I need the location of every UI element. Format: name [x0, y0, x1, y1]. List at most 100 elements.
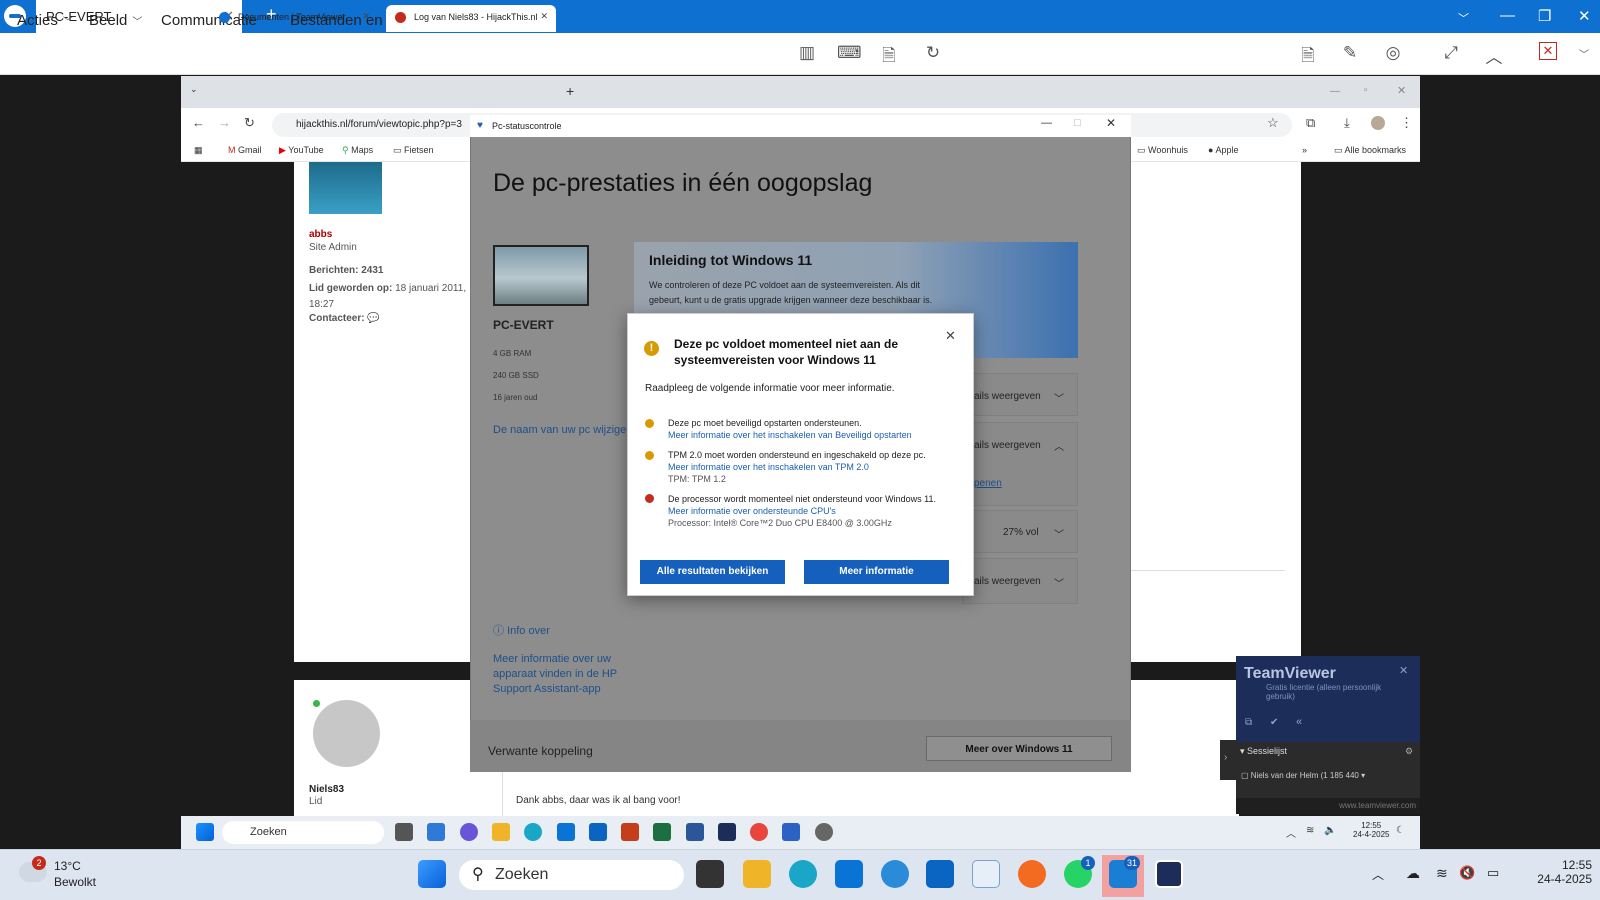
end-session-icon[interactable]: ✕: [1539, 42, 1557, 60]
minimize-icon[interactable]: —: [1500, 7, 1515, 24]
task-view-icon[interactable]: [696, 860, 724, 888]
download-icon[interactable]: ⤓: [1344, 115, 1350, 131]
edge-icon[interactable]: [524, 823, 542, 841]
edit-icon[interactable]: ✎: [1338, 43, 1362, 65]
tab-search-icon[interactable]: ⌄: [190, 84, 198, 95]
menu-icon[interactable]: ⋮: [1400, 115, 1413, 131]
menu-acties[interactable]: Acties ﹀: [17, 12, 73, 29]
chevron-down-icon[interactable]: ﹀: [1458, 10, 1469, 26]
close-icon[interactable]: ✕: [1578, 7, 1591, 25]
document-icon[interactable]: 🗎: [1296, 43, 1320, 65]
maximize-icon[interactable]: □: [1074, 117, 1081, 129]
powerpoint-icon[interactable]: [621, 823, 639, 841]
back-icon[interactable]: ←: [192, 115, 205, 130]
cpu-link[interactable]: Meer informatie over ondersteunde CPU's: [668, 506, 836, 516]
hp-support-link[interactable]: Meer informatie over uw apparaat vinden …: [493, 652, 628, 697]
moon-icon[interactable]: ☾: [1396, 825, 1405, 836]
bookmark-maps[interactable]: ⚲ Maps: [342, 145, 373, 156]
chevron-up-icon[interactable]: ︿: [1286, 825, 1296, 840]
rename-pc-link[interactable]: De naam van uw pc wijzige: [493, 424, 626, 436]
post-author[interactable]: Niels83: [309, 784, 344, 795]
file-transfer-icon[interactable]: 🗎: [877, 43, 901, 65]
outlook-icon[interactable]: [926, 860, 954, 888]
clock[interactable]: 12:55 24-4-2025: [1353, 821, 1389, 839]
forward-icon[interactable]: →: [218, 115, 231, 130]
close-icon[interactable]: ✕: [1106, 116, 1116, 130]
clock[interactable]: 12:55 24-4-2025: [1522, 858, 1592, 886]
minimize-icon[interactable]: —: [1330, 86, 1340, 97]
info-about-link[interactable]: ⓘ Info over: [493, 622, 550, 638]
chart-icon[interactable]: ▥: [795, 43, 819, 65]
bookmark-youtube[interactable]: ▶ YouTube: [279, 145, 324, 156]
extensions-icon[interactable]: ⧉: [1306, 115, 1315, 131]
more-about-windows11-button[interactable]: Meer over Windows 11: [926, 736, 1112, 761]
post-author[interactable]: abbs: [309, 229, 332, 240]
store-icon[interactable]: [835, 860, 863, 888]
menu-beeld[interactable]: Beeld ﹀: [89, 12, 142, 29]
pc-health-icon[interactable]: [782, 823, 800, 841]
chrome-icon[interactable]: [750, 823, 768, 841]
store-icon[interactable]: [557, 823, 575, 841]
profile-avatar[interactable]: [1371, 116, 1385, 130]
explorer-icon[interactable]: [492, 823, 510, 841]
mute-icon[interactable]: 🔇: [1459, 865, 1475, 881]
keyboard-icon[interactable]: ⌨: [837, 43, 862, 65]
fullscreen-icon[interactable]: ⤢: [1439, 43, 1463, 65]
close-icon[interactable]: ✕: [945, 328, 956, 344]
chrome-tab-documenten[interactable]: Documenten | TeamViewer ✕: [210, 5, 378, 32]
close-icon[interactable]: ✕: [1399, 664, 1408, 677]
new-tab-icon[interactable]: +: [566, 83, 574, 99]
wifi-icon[interactable]: ≋: [1306, 825, 1314, 836]
minimize-icon[interactable]: —: [1041, 117, 1052, 129]
collapse-icon[interactable]: «: [1296, 716, 1302, 728]
star-icon[interactable]: ☆: [1267, 115, 1279, 131]
bookmark-gmail[interactable]: M Gmail: [228, 145, 262, 155]
volume-icon[interactable]: 🔈: [1324, 825, 1336, 836]
all-results-button[interactable]: Alle resultaten bekijken: [640, 560, 785, 584]
start-icon[interactable]: [196, 823, 214, 841]
outlook-icon[interactable]: [589, 823, 607, 841]
restore-icon[interactable]: ▫: [1364, 85, 1368, 96]
excel-icon[interactable]: [653, 823, 671, 841]
chat-icon[interactable]: [460, 823, 478, 841]
onedrive-icon[interactable]: ☁: [1406, 865, 1420, 882]
search-box[interactable]: Zoeken: [459, 860, 684, 890]
edge-icon[interactable]: [789, 860, 817, 888]
more-bookmarks-icon[interactable]: »: [1302, 145, 1307, 155]
all-bookmarks[interactable]: ▭ Alle bookmarks: [1334, 145, 1406, 156]
tools-icon[interactable]: ✔: [1270, 717, 1278, 728]
apps-icon[interactable]: ▦: [194, 145, 203, 156]
teamviewer-icon[interactable]: [1155, 860, 1183, 888]
open-link[interactable]: penen: [974, 478, 1002, 489]
search-box[interactable]: Zoeken: [222, 821, 384, 844]
copy-icon[interactable]: ⧉: [1245, 717, 1252, 728]
restore-icon[interactable]: ❐: [1538, 7, 1551, 25]
calendar-icon[interactable]: [972, 860, 1000, 888]
close-icon[interactable]: ✕: [1397, 84, 1406, 97]
chevron-up-icon[interactable]: ︿: [1372, 866, 1384, 883]
expand-icon[interactable]: ›: [1220, 740, 1236, 780]
gear-icon[interactable]: ⚙: [1405, 746, 1413, 757]
battery-icon[interactable]: ▭: [1487, 865, 1499, 881]
bookmark-apple[interactable]: ● Apple: [1208, 145, 1238, 155]
secure-boot-link[interactable]: Meer informatie over het inschakelen van…: [668, 430, 912, 440]
tpm-link[interactable]: Meer informatie over het inschakelen van…: [668, 462, 869, 472]
chrome-tab-hijackthis[interactable]: Log van Niels83 - HijackThis.nl ✕: [386, 5, 556, 32]
chevron-down-icon[interactable]: ﹀: [1572, 46, 1596, 68]
refresh-icon[interactable]: ↻: [921, 43, 945, 65]
bookmark-fietsen[interactable]: ▭ Fietsen: [393, 145, 434, 156]
settings-icon[interactable]: [815, 823, 833, 841]
word-icon[interactable]: [686, 823, 704, 841]
teamviewer-icon[interactable]: [718, 823, 736, 841]
screenshot-icon[interactable]: ◎: [1381, 43, 1405, 65]
wifi-icon[interactable]: ≋: [1436, 865, 1448, 882]
start-icon[interactable]: [418, 860, 446, 888]
bookmark-woonhuis[interactable]: ▭ Woonhuis: [1137, 145, 1188, 156]
widgets-icon[interactable]: [427, 823, 445, 841]
task-view-icon[interactable]: [395, 823, 413, 841]
session-item[interactable]: ▢ Niels van der Helm (1 185 440 ▾: [1241, 771, 1365, 780]
explorer-icon[interactable]: [743, 860, 771, 888]
details-row-expanded[interactable]: [962, 422, 1078, 506]
help-icon[interactable]: [881, 860, 909, 888]
reload-icon[interactable]: ↻: [244, 115, 255, 131]
